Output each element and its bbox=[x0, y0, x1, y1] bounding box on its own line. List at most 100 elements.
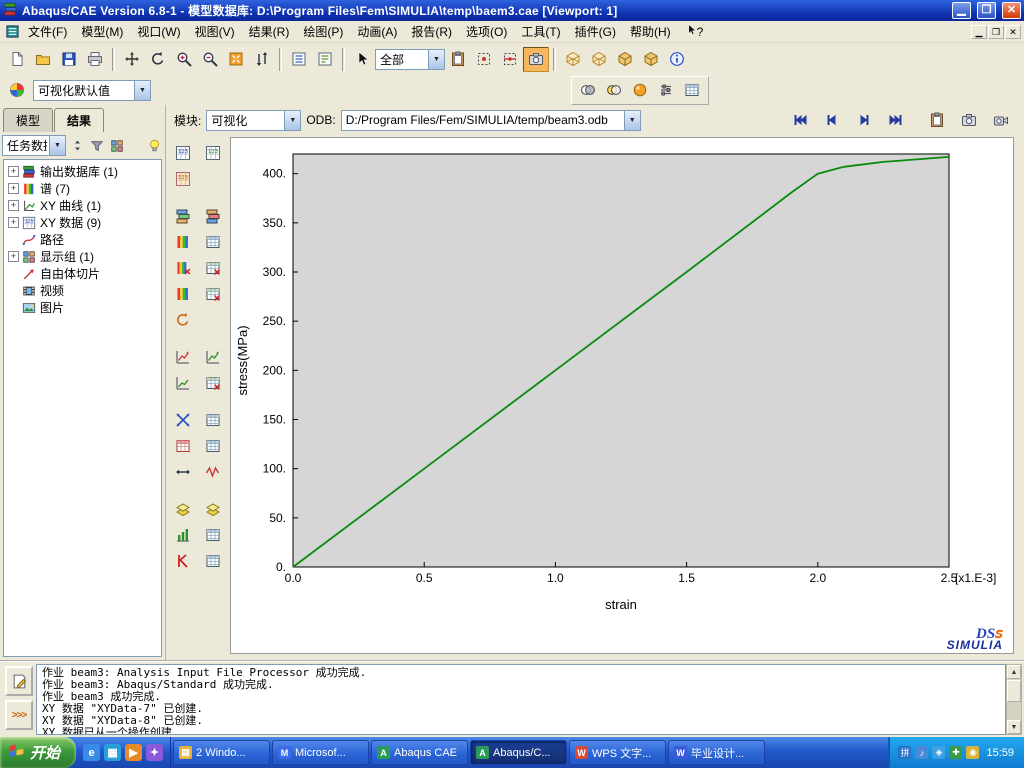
quick-launch-desktop[interactable]: ▦ bbox=[104, 744, 121, 761]
expand-plus-icon[interactable]: + bbox=[8, 251, 19, 262]
stress-linearization-button[interactable] bbox=[199, 460, 226, 484]
tab-结果[interactable]: 结果 bbox=[54, 108, 104, 132]
auto-fit-button[interactable] bbox=[223, 47, 249, 72]
expand-plus-icon[interactable]: + bbox=[8, 183, 19, 194]
child-minimize-button[interactable]: ▁ bbox=[971, 25, 987, 39]
animate-first-button[interactable] bbox=[787, 108, 813, 133]
tab-模型[interactable]: 模型 bbox=[3, 108, 53, 132]
menu-item-8[interactable]: 报告(R) bbox=[404, 20, 459, 43]
shaded-render-button[interactable] bbox=[612, 47, 638, 72]
perspective-button[interactable] bbox=[638, 47, 664, 72]
close-button[interactable]: ✕ bbox=[1002, 2, 1021, 19]
tree-tips-button[interactable] bbox=[145, 137, 163, 155]
scroll-thumb[interactable] bbox=[1007, 680, 1021, 702]
free-body-cut-button[interactable] bbox=[169, 460, 196, 484]
xy-options-button[interactable] bbox=[199, 371, 226, 395]
contour-legend-button[interactable]: 123 bbox=[199, 141, 226, 165]
task-button-5[interactable]: WWPS 文字... bbox=[569, 740, 666, 765]
select-crossing-button[interactable] bbox=[497, 47, 523, 72]
task-button-2[interactable]: MMicrosof... bbox=[272, 740, 369, 765]
quick-launch-messenger[interactable]: ✦ bbox=[146, 744, 163, 761]
contour-values-button[interactable]: 123 bbox=[169, 141, 196, 165]
animate-prev-button[interactable] bbox=[819, 108, 845, 133]
superimpose-plot-button[interactable] bbox=[575, 78, 601, 103]
select-cursor-button[interactable] bbox=[349, 47, 375, 72]
animate-last-button[interactable] bbox=[883, 108, 909, 133]
cycle-views-button[interactable] bbox=[249, 47, 275, 72]
view-options-button[interactable] bbox=[286, 47, 312, 72]
chevron-down-icon[interactable]: ▼ bbox=[284, 111, 300, 130]
tree-item-2[interactable]: +谱 (7) bbox=[6, 180, 161, 197]
chevron-down-icon[interactable]: ▼ bbox=[134, 81, 150, 100]
snapshot-camera-button[interactable] bbox=[956, 108, 982, 133]
message-log[interactable]: 作业 beam3: Analysis Input File Processor … bbox=[36, 664, 1006, 735]
animation-options-button[interactable] bbox=[199, 523, 226, 547]
wireframe-render-button[interactable] bbox=[560, 47, 586, 72]
quick-launch-media[interactable]: ▶ bbox=[125, 744, 142, 761]
menu-item-11[interactable]: 插件(G) bbox=[568, 20, 623, 43]
child-restore-button[interactable]: ❐ bbox=[988, 25, 1004, 39]
view-cut-manager-button[interactable] bbox=[199, 497, 226, 521]
xy-expression-button[interactable] bbox=[169, 371, 196, 395]
query-button[interactable] bbox=[169, 549, 196, 573]
tree-item-5[interactable]: 路径 bbox=[6, 231, 161, 248]
animation-scale-button[interactable] bbox=[169, 523, 196, 547]
selection-lock-button[interactable] bbox=[445, 47, 471, 72]
tree-item-4[interactable]: +123XY 数据 (9) bbox=[6, 214, 161, 231]
color-mappings-combo[interactable]: 可视化默认值▼ bbox=[33, 80, 151, 101]
result-sliders-button[interactable] bbox=[653, 78, 679, 103]
info-button[interactable] bbox=[664, 47, 690, 72]
new-file-button[interactable] bbox=[4, 47, 30, 72]
tree-filter-button[interactable] bbox=[88, 137, 106, 155]
menu-item-5[interactable]: 结果(R) bbox=[242, 20, 297, 43]
menu-item-10[interactable]: 工具(T) bbox=[514, 20, 567, 43]
menu-item-1[interactable]: 文件(F) bbox=[21, 20, 74, 43]
task-button-3[interactable]: AAbaqus CAE bbox=[371, 740, 468, 765]
tree-item-1[interactable]: +输出数据库 (1) bbox=[6, 163, 161, 180]
command-line-tab-button[interactable]: >>> bbox=[5, 700, 33, 730]
expand-plus-icon[interactable]: + bbox=[8, 166, 19, 177]
context-help-button[interactable]: ? bbox=[678, 21, 711, 42]
xy-curve-manager-button[interactable] bbox=[199, 434, 226, 458]
child-close-button[interactable]: ✕ bbox=[1005, 25, 1021, 39]
tree-filter-combo[interactable]: 任务数据 ▼ bbox=[2, 135, 66, 156]
message-area-tab-button[interactable] bbox=[5, 666, 33, 696]
zoom-in-button[interactable] bbox=[171, 47, 197, 72]
color-code-button[interactable] bbox=[4, 78, 30, 103]
task-button-4[interactable]: AAbaqus/C... bbox=[470, 740, 567, 765]
tree-item-3[interactable]: +XY 曲线 (1) bbox=[6, 197, 161, 214]
chevron-down-icon[interactable]: ▼ bbox=[624, 111, 640, 130]
menu-item-9[interactable]: 选项(O) bbox=[459, 20, 514, 43]
minimize-button[interactable]: ▁ bbox=[952, 2, 971, 19]
copy-viewport-button[interactable] bbox=[924, 108, 950, 133]
spectrum-plot-button[interactable] bbox=[169, 230, 196, 254]
scroll-down-icon[interactable]: ▼ bbox=[1007, 720, 1021, 734]
path-manager-button[interactable] bbox=[199, 408, 226, 432]
xy-data-manager-button[interactable] bbox=[169, 434, 196, 458]
symbol-plot-button[interactable] bbox=[169, 256, 196, 280]
title-bar[interactable]: Abaqus/CAE Version 6.8-1 - 模型数据库: D:\Pro… bbox=[0, 0, 1024, 21]
highlight-selection-button[interactable] bbox=[523, 47, 549, 72]
tree-item-8[interactable]: 视频 bbox=[6, 282, 161, 299]
expand-plus-icon[interactable]: + bbox=[8, 200, 19, 211]
start-button[interactable]: 开始 bbox=[0, 737, 76, 768]
hidden-line-render-button[interactable] bbox=[586, 47, 612, 72]
open-file-button[interactable] bbox=[30, 47, 56, 72]
pan-view-button[interactable] bbox=[119, 47, 145, 72]
menu-item-12[interactable]: 帮助(H) bbox=[623, 20, 678, 43]
viewport-1[interactable]: 0.00.51.01.52.02.50.50.100.150.200.250.3… bbox=[230, 137, 1014, 654]
xy-odb-history-button[interactable] bbox=[199, 345, 226, 369]
chevron-down-icon[interactable]: ▼ bbox=[428, 50, 444, 69]
spectrum-options-button[interactable] bbox=[199, 230, 226, 254]
menubar-app-icon[interactable] bbox=[3, 23, 21, 41]
overlay-plot-button[interactable] bbox=[601, 78, 627, 103]
animate-next-button[interactable] bbox=[851, 108, 877, 133]
tree-item-6[interactable]: +显示组 (1) bbox=[6, 248, 161, 265]
orientation-plot-button[interactable] bbox=[169, 282, 196, 306]
orientation-options-button[interactable] bbox=[199, 282, 226, 306]
print-button[interactable] bbox=[82, 47, 108, 72]
render-ball-button[interactable] bbox=[627, 78, 653, 103]
symbol-options-button[interactable] bbox=[199, 256, 226, 280]
tree-expand-button[interactable] bbox=[108, 137, 126, 155]
datum-list-button[interactable] bbox=[312, 47, 338, 72]
